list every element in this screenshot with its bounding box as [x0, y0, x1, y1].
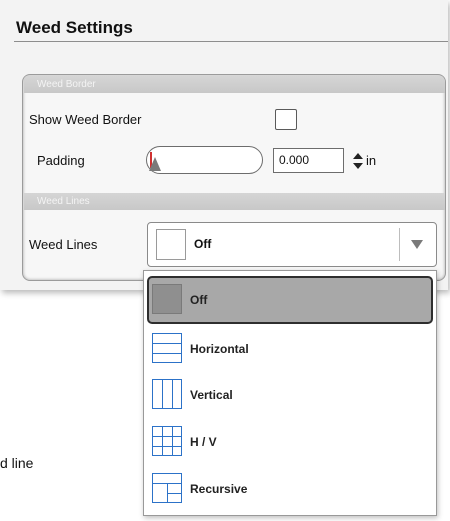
settings-group: Weed Border Show Weed Border Padding 0.0…	[22, 74, 446, 281]
weed-lines-dropdown-list: Off Horizontal Vertical H / V Recursive	[143, 270, 437, 516]
dropdown-item-vertical[interactable]: Vertical	[147, 371, 433, 419]
dropdown-item-label: H / V	[190, 435, 217, 449]
padding-unit-label: in	[366, 153, 377, 168]
combo-divider	[399, 228, 400, 261]
dropdown-item-label: Off	[190, 293, 208, 307]
dropdown-item-off[interactable]: Off	[147, 276, 433, 324]
dropdown-item-horizontal[interactable]: Horizontal	[147, 325, 433, 373]
weed-lines-section-heading: Weed Lines	[24, 193, 445, 210]
padding-value-input[interactable]: 0.000	[273, 148, 344, 173]
grid-lines-icon	[152, 426, 182, 456]
dropdown-item-recursive[interactable]: Recursive	[147, 465, 433, 513]
padding-label: Padding	[37, 153, 85, 168]
show-weed-border-label: Show Weed Border	[29, 112, 142, 127]
dropdown-item-label: Recursive	[190, 482, 248, 496]
spin-up-icon[interactable]	[353, 153, 363, 159]
dropdown-item-h-v[interactable]: H / V	[147, 418, 433, 466]
off-swatch-icon	[152, 284, 182, 314]
spin-down-icon[interactable]	[353, 163, 363, 169]
slider-thumb[interactable]	[149, 157, 161, 171]
recursive-lines-icon	[152, 473, 182, 503]
horizontal-lines-icon	[152, 333, 182, 363]
weed-lines-selected-value: Off	[194, 237, 212, 251]
weed-lines-combobox[interactable]: Off	[147, 222, 437, 267]
weed-lines-label: Weed Lines	[29, 237, 98, 252]
show-weed-border-checkbox[interactable]	[275, 109, 297, 130]
dropdown-item-label: Horizontal	[190, 342, 249, 356]
vertical-lines-icon	[152, 379, 182, 409]
panel-title: Weed Settings	[16, 18, 133, 37]
background-text: d line	[0, 455, 34, 471]
weed-border-section-heading: Weed Border	[24, 76, 445, 93]
stage: Weed Settings Weed Border Show Weed Bord…	[0, 0, 450, 521]
title-divider	[14, 41, 448, 42]
off-swatch-icon	[156, 229, 186, 260]
dropdown-item-label: Vertical	[190, 388, 233, 402]
weed-settings-panel: Weed Settings Weed Border Show Weed Bord…	[0, 0, 448, 290]
padding-slider[interactable]	[146, 146, 263, 174]
chevron-down-icon[interactable]	[411, 240, 423, 249]
